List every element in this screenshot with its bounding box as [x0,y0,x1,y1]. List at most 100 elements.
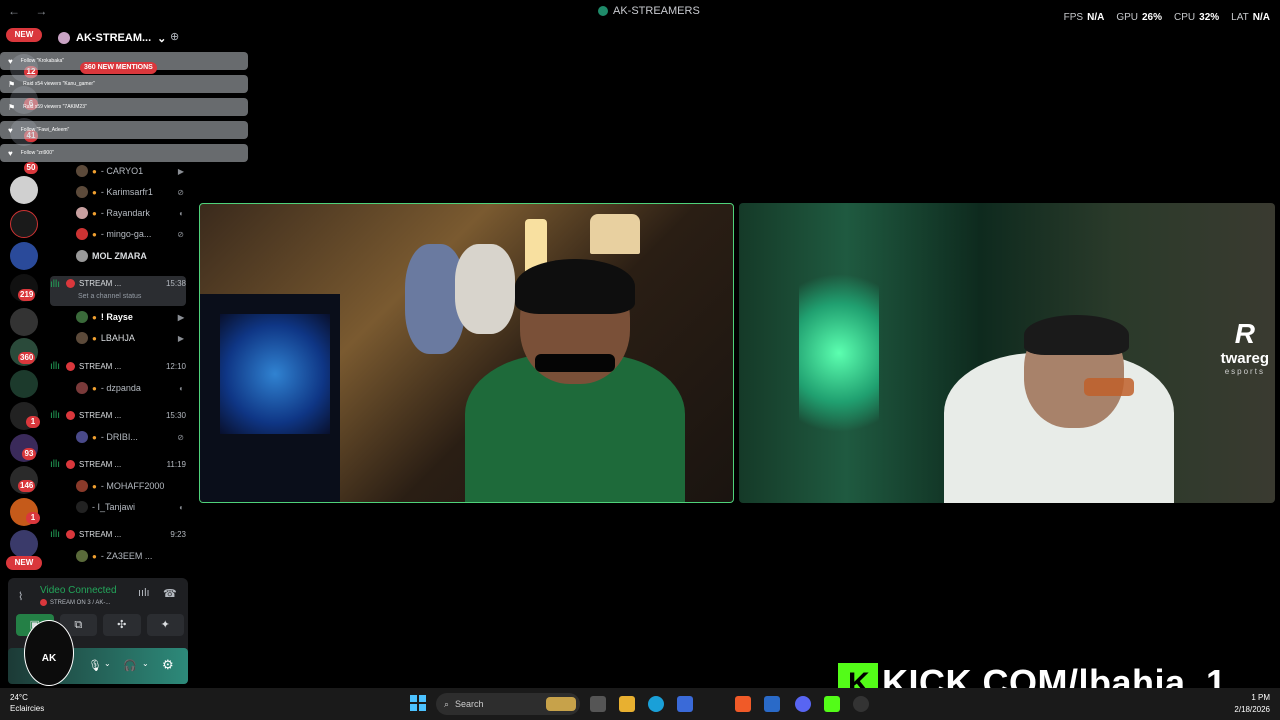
server-badge: 1 [26,512,40,524]
video-tile-2[interactable]: R twareg esports [739,203,1275,503]
avatar [76,501,88,513]
live-dot-icon [66,279,75,288]
live-dot-icon [66,410,75,420]
deafen-icon: ⊘ [177,432,184,442]
person-1-sunglasses [535,354,615,372]
new-pill-top[interactable]: NEW [6,28,42,42]
medal-icon: ● [92,333,97,343]
server-icon[interactable] [10,370,38,398]
server-icon[interactable] [10,530,38,558]
avatar [76,228,88,240]
voice-channel-stream-3[interactable]: ıllı STREAM ... 15:30 [50,407,186,423]
file-explorer-icon[interactable] [619,696,635,712]
server-icon[interactable] [10,176,38,204]
avatar [76,250,88,262]
edge-icon[interactable] [648,696,664,712]
camera-icon: ▶ [177,312,184,322]
voice-user[interactable]: ●! Rayse ▶ [76,310,184,324]
stat-cpu: CPU 32% [1174,12,1220,23]
signal-icon[interactable]: ⌇ [18,590,23,603]
voice-user[interactable]: ● - MOHAFF2000 [76,479,184,493]
search-icon: ⌕ [444,698,450,709]
voice-user[interactable]: ● - ZA3EEM ... [76,549,184,563]
voice-user[interactable]: - I_Tanjawi ◐ [76,500,184,514]
avatar [76,480,88,492]
heart-icon: ♥ [8,125,13,135]
voice-channel-path[interactable]: STREAM ON 3 / AK-... [40,599,110,606]
medal-icon: ● [92,551,97,561]
discord-icon[interactable] [795,696,811,712]
kick-app-icon[interactable] [824,696,840,712]
voice-channel-stream-4[interactable]: ıllı STREAM ... 11:19 [50,456,186,472]
notification-toast: ♥ Follow "zri900" [0,144,248,162]
voice-channel-stream-2[interactable]: ıllı STREAM ... 12:10 [50,358,186,374]
server-header[interactable]: AK-STREAM... ⌄ [58,30,188,46]
windows-start-icon[interactable] [410,695,426,711]
obs-icon[interactable] [853,696,869,712]
server-badge: 360 [18,352,36,364]
soundboard-button[interactable]: ✦ [146,614,184,636]
taskbar: 24°C Eclaircies ⌕ Search 1 PM 2/18/2026 [0,688,1280,720]
disconnect-icon[interactable]: ☎ [163,587,177,600]
avatar [76,165,88,177]
voice-channel-stream-5[interactable]: ıllı STREAM ... 9:23 [50,526,186,542]
weather-widget[interactable]: 24°C Eclaircies [10,692,44,714]
server-icon[interactable] [10,308,38,336]
app-title-text: AK-STREAMERS [613,5,700,17]
live-dot-icon [66,529,75,539]
medal-icon: ● [92,383,97,393]
voice-channel-stream-1[interactable]: ıllı STREAM ... 15:38 [50,276,186,306]
search-box[interactable]: ⌕ Search [436,693,580,715]
live-dot-icon [40,599,47,606]
voice-user[interactable]: MOL ZMARA [76,249,184,263]
server-badge: 50 [24,162,38,174]
avatar [76,332,88,344]
app-title: AK-STREAMERS [598,5,700,17]
video-tile-1[interactable] [199,203,734,503]
voice-user[interactable]: ● - DRIBI... ⊘ [76,430,184,444]
chevron-down-icon[interactable]: ⌄ [142,659,149,668]
voice-user[interactable]: ● - dzpanda ◐ [76,381,184,395]
voice-user[interactable]: ● - mingo-ga... ⊘ [76,227,184,241]
raid-icon: ⚑ [8,79,16,89]
channel-status[interactable]: Set a channel status [78,293,141,300]
mic-icon[interactable]: 🎙 [88,659,102,672]
task-view-icon[interactable] [590,696,606,712]
mentions-pill[interactable]: 360 NEW MENTIONS [80,62,157,74]
server-icon[interactable] [10,210,38,238]
brave-icon[interactable] [735,696,751,712]
user-bar: AK 🎙 ⌄ 🎧 ⌄ ⚙ [8,620,188,686]
noise-suppression-icon[interactable]: ıılı [138,587,150,599]
system-tray[interactable]: 1 PM 2/18/2026 [1234,692,1270,716]
mic-icon: ◐ [179,502,184,512]
stat-lat: LAT N/A [1231,12,1270,23]
chevron-down-icon[interactable]: ⌄ [104,659,111,668]
voice-status[interactable]: Video Connected [40,585,117,596]
gear-icon[interactable]: ⚙ [162,657,174,673]
medal-icon: ● [92,481,97,491]
mic-icon: ◐ [179,208,184,218]
server-icon[interactable] [10,242,38,270]
voice-user[interactable]: ● - CARYO1 ▶ [76,164,184,178]
raid-icon: ⚑ [8,102,16,112]
green-light [799,263,879,443]
app-icon[interactable] [764,696,780,712]
voice-user[interactable]: ● - Karimsarfr1 ⊘ [76,185,184,199]
live-dot-icon [66,361,75,371]
ak-logo: AK [24,620,74,686]
avatar [76,207,88,219]
new-pill-bottom[interactable]: NEW [6,556,42,570]
lamp-shade [590,214,640,254]
stat-fps: FPS N/A [1063,12,1105,23]
voice-user[interactable]: ● LBAHJA ▶ [76,331,184,345]
activities-button[interactable]: ✣ [103,614,141,636]
invite-icon[interactable]: ⊕ [170,30,179,43]
medal-icon: ● [92,187,97,197]
voice-user[interactable]: ● - Rayandark ◐ [76,206,184,220]
stat-gpu: GPU 26% [1116,12,1163,23]
deafen-icon: ⊘ [177,187,184,197]
headphones-icon[interactable]: 🎧 [123,659,137,672]
store-icon[interactable] [677,696,693,712]
nav-arrows[interactable]: ← → [8,4,53,18]
avatar [76,382,88,394]
